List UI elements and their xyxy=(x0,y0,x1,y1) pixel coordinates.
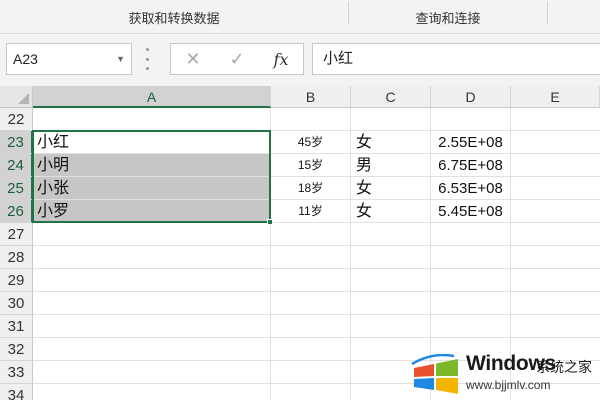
ribbon-group-queries-connections[interactable]: 查询和连接 xyxy=(349,0,547,34)
cell-d31[interactable] xyxy=(431,315,510,337)
cell-a27[interactable] xyxy=(33,223,270,245)
cell-b23[interactable]: 45岁 xyxy=(271,131,350,153)
cell-e26[interactable] xyxy=(511,200,599,222)
cell-b32[interactable] xyxy=(271,338,350,360)
fill-handle[interactable] xyxy=(267,219,273,225)
cell-a33[interactable] xyxy=(33,361,270,383)
formula-bar: A23 ▼ ✕ ✓ fx 小红 xyxy=(0,34,600,86)
cancel-icon[interactable]: ✕ xyxy=(171,49,215,70)
watermark-url: www.bjjmlv.com xyxy=(466,378,551,392)
enter-check-icon[interactable]: ✓ xyxy=(215,49,259,70)
cell-e27[interactable] xyxy=(511,223,599,245)
cell-a26[interactable]: 小罗 xyxy=(33,200,270,222)
cell-b27[interactable] xyxy=(271,223,350,245)
cell-d23[interactable]: 2.55E+08 xyxy=(431,131,510,153)
cell-e30[interactable] xyxy=(511,292,599,314)
row-header-26[interactable]: 26 xyxy=(0,200,33,223)
column-header-c[interactable]: C xyxy=(351,86,431,108)
cell-a34[interactable] xyxy=(33,384,270,400)
row-header-24[interactable]: 24 xyxy=(0,154,33,177)
cell-e24[interactable] xyxy=(511,154,599,176)
cell-e29[interactable] xyxy=(511,269,599,291)
row-header-32[interactable]: 32 xyxy=(0,338,33,361)
windows-logo-icon xyxy=(411,354,458,394)
ribbon-separator xyxy=(547,2,548,24)
cell-c30[interactable] xyxy=(351,292,430,314)
cell-e25[interactable] xyxy=(511,177,599,199)
cell-b29[interactable] xyxy=(271,269,350,291)
row-header-31[interactable]: 31 xyxy=(0,315,33,338)
cell-d25[interactable]: 6.53E+08 xyxy=(431,177,510,199)
cell-a23[interactable]: 小红 xyxy=(33,131,270,153)
cell-a32[interactable] xyxy=(33,338,270,360)
row-header-30[interactable]: 30 xyxy=(0,292,33,315)
row-header-23[interactable]: 23 xyxy=(0,131,33,154)
cell-c29[interactable] xyxy=(351,269,430,291)
cell-a25[interactable]: 小张 xyxy=(33,177,270,199)
cell-b28[interactable] xyxy=(271,246,350,268)
cell-a24[interactable]: 小明 xyxy=(33,154,270,176)
cell-b30[interactable] xyxy=(271,292,350,314)
cell-e31[interactable] xyxy=(511,315,599,337)
cell-d29[interactable] xyxy=(431,269,510,291)
cell-d28[interactable] xyxy=(431,246,510,268)
formula-input[interactable]: 小红 xyxy=(312,43,600,75)
column-header-b[interactable]: B xyxy=(271,86,351,108)
insert-function-icon[interactable]: fx xyxy=(259,50,303,69)
row-header-29[interactable]: 29 xyxy=(0,269,33,292)
cell-a29[interactable] xyxy=(33,269,270,291)
cell-a31[interactable] xyxy=(33,315,270,337)
cell-d22[interactable] xyxy=(431,108,510,130)
cell-e23[interactable] xyxy=(511,131,599,153)
row-header-27[interactable]: 27 xyxy=(0,223,33,246)
cell-b22[interactable] xyxy=(271,108,350,130)
cell-b34[interactable] xyxy=(271,384,350,400)
cell-c22[interactable] xyxy=(351,108,430,130)
cell-b31[interactable] xyxy=(271,315,350,337)
cell-a22[interactable] xyxy=(33,108,270,130)
name-box[interactable]: A23 ▼ xyxy=(6,43,132,75)
cell-e28[interactable] xyxy=(511,246,599,268)
cell-c26[interactable]: 女 xyxy=(351,200,430,222)
row-header-25[interactable]: 25 xyxy=(0,177,33,200)
cell-c27[interactable] xyxy=(351,223,430,245)
cell-c25[interactable]: 女 xyxy=(351,177,430,199)
cell-e22[interactable] xyxy=(511,108,599,130)
row-header-22[interactable]: 22 xyxy=(0,108,33,131)
column-header-d[interactable]: D xyxy=(431,86,511,108)
column-header-e[interactable]: E xyxy=(511,86,600,108)
cell-b26[interactable]: 11岁 xyxy=(271,200,350,222)
cell-c28[interactable] xyxy=(351,246,430,268)
cell-d26[interactable]: 5.45E+08 xyxy=(431,200,510,222)
select-all-corner[interactable] xyxy=(0,86,33,108)
name-box-value: A23 xyxy=(13,51,38,67)
ribbon-group-get-transform-data[interactable]: 获取和转换数据 xyxy=(0,0,348,34)
column-header-a[interactable]: A xyxy=(33,86,271,108)
cell-b25[interactable]: 18岁 xyxy=(271,177,350,199)
watermark-subtitle: 系统之家 xyxy=(536,359,592,375)
cell-a28[interactable] xyxy=(33,246,270,268)
cell-b33[interactable] xyxy=(271,361,350,383)
chevron-down-icon[interactable]: ▼ xyxy=(116,44,125,74)
row-header-33[interactable]: 33 xyxy=(0,361,33,384)
formula-bar-buttons: ✕ ✓ fx xyxy=(170,43,304,75)
cell-c23[interactable]: 女 xyxy=(351,131,430,153)
ribbon-group-bar: 获取和转换数据 查询和连接 xyxy=(0,0,600,34)
cell-b24[interactable]: 15岁 xyxy=(271,154,350,176)
cell-a30[interactable] xyxy=(33,292,270,314)
select-all-triangle-icon xyxy=(18,93,29,104)
row-header-28[interactable]: 28 xyxy=(0,246,33,269)
cell-c24[interactable]: 男 xyxy=(351,154,430,176)
formula-bar-resize-handle[interactable] xyxy=(144,48,150,70)
cell-d30[interactable] xyxy=(431,292,510,314)
cell-c31[interactable] xyxy=(351,315,430,337)
watermark: Windows 系统之家 www.bjjmlv.com xyxy=(408,350,598,396)
cell-d24[interactable]: 6.75E+08 xyxy=(431,154,510,176)
row-header-34[interactable]: 34 xyxy=(0,384,33,400)
cell-d27[interactable] xyxy=(431,223,510,245)
